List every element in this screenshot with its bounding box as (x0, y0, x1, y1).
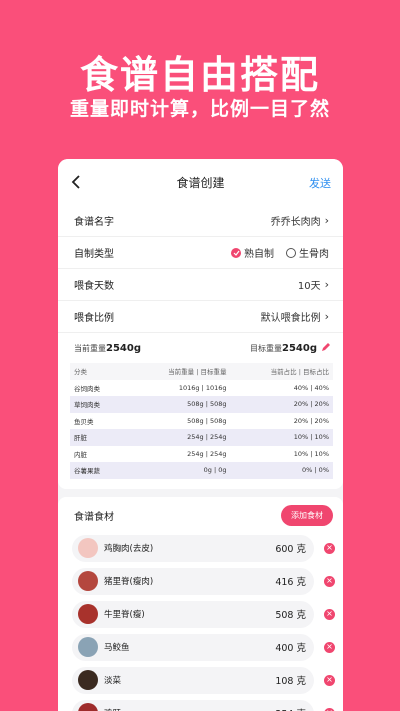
hero-title: 食谱自由搭配 (79, 53, 320, 97)
table-row: 草饲肉类 508g | 508g 20% | 20% (70, 396, 333, 413)
edit-pencil-icon[interactable] (321, 342, 331, 354)
ingredient-amount: 600 克 (275, 544, 306, 555)
ingredient-name: 淡菜 (104, 676, 122, 686)
remove-ingredient-icon[interactable]: × (324, 575, 335, 587)
beef-loin-icon (78, 604, 98, 624)
table-row: 谷饲肉类 1016g | 1016g 40% | 40% (74, 383, 329, 393)
ingredients-title: 食谱食材 (74, 512, 114, 523)
recipe-form-card: 食谱名字 乔乔长肉肉 › 自制类型 熟自制 生骨肉 喂食天数 10天 › 喂食比… (58, 205, 343, 489)
ingredient-amount: 416 克 (275, 577, 306, 588)
ingredient-amount: 508 克 (275, 610, 306, 621)
remove-ingredient-icon[interactable]: × (324, 641, 335, 653)
ingredient-amount: 108 克 (275, 676, 306, 687)
ingredient-name: 马鲛鱼 (104, 643, 130, 653)
type-option-cooked-label: 熟自制 (244, 249, 274, 260)
ingredient-name: 猪里脊(瘦肉) (104, 577, 154, 587)
ingredient-item: 鸡胸肉(去皮) 600 克 × (72, 534, 335, 562)
recipe-name-value: 乔乔长肉肉 (270, 217, 321, 228)
recipe-type-row: 自制类型 熟自制 生骨肉 (58, 237, 343, 269)
chicken-breast-icon (78, 538, 98, 558)
mussel-icon (78, 670, 98, 690)
ingredient-name: 鸡肝 (104, 707, 275, 711)
ingredient-name: 牛里脊(瘦) (104, 610, 145, 620)
ingredient-pill[interactable]: 马鲛鱼 400 克 (72, 633, 314, 661)
ingredient-item: 牛里脊(瘦) 508 克 × (72, 600, 335, 628)
ingredient-amount: 254 克 (275, 706, 306, 711)
recipe-type-label: 自制类型 (74, 249, 114, 260)
back-arrow-icon[interactable] (68, 174, 84, 190)
current-weight-value: 2540g (106, 342, 141, 354)
feeding-days-label: 喂食天数 (74, 281, 114, 292)
feeding-ratio-label: 喂食比例 (74, 313, 114, 324)
send-button[interactable]: 发送 (309, 175, 331, 191)
ingredient-pill[interactable]: 猪里脊(瘦肉) 416 克 (72, 567, 314, 595)
target-weight-value: 2540g (282, 342, 317, 354)
hero-subtitle: 重量即时计算，比例一目了然 (69, 98, 330, 120)
ingredient-name: 鸡胸肉(去皮) (104, 544, 154, 554)
radio-unchecked-icon (286, 247, 296, 258)
table-row: 内脏 254g | 254g 10% | 10% (74, 449, 329, 459)
table-row: 肝脏 254g | 254g 10% | 10% (70, 429, 333, 446)
table-row: 谷薯果蔬 0g | 0g 0% | 0% (70, 462, 333, 479)
feeding-ratio-row[interactable]: 喂食比例 默认喂食比例 › (58, 301, 343, 333)
chevron-right-icon: › (324, 214, 329, 227)
ingredient-pill[interactable]: 鸡肝254 克 (72, 699, 314, 711)
ingredient-pill[interactable]: 牛里脊(瘦) 508 克 (72, 600, 314, 628)
chevron-right-icon: › (324, 310, 329, 323)
recipe-name-label: 食谱名字 (74, 217, 114, 228)
type-option-raw[interactable]: 生骨肉 (286, 245, 329, 260)
ingredients-header: 食谱食材 添加食材 (58, 497, 343, 535)
ingredient-item: 马鲛鱼 400 克 × (72, 633, 335, 661)
weights-row: 当前重量2540g 目标重量2540g (58, 333, 343, 363)
type-option-raw-label: 生骨肉 (299, 249, 329, 260)
ingredient-amount: 400 克 (275, 643, 306, 654)
remove-ingredient-icon[interactable]: × (324, 707, 335, 711)
remove-ingredient-icon[interactable]: × (324, 674, 335, 686)
recipe-name-row[interactable]: 食谱名字 乔乔长肉肉 › (58, 205, 343, 237)
radio-checked-icon (231, 247, 241, 258)
ingredient-item: 淡菜 108 克 × (72, 666, 335, 694)
mackerel-icon (78, 637, 98, 657)
chevron-right-icon: › (324, 278, 329, 291)
type-option-cooked[interactable]: 熟自制 (231, 245, 274, 260)
target-weight: 目标重量2540g (250, 342, 317, 354)
page-title: 食谱创建 (176, 175, 225, 190)
add-ingredient-button[interactable]: 添加食材 (281, 505, 333, 526)
ingredients-card: 食谱食材 添加食材 鸡胸肉(去皮) 600 克 × 猪里脊(瘦肉) 416 克 × 牛里脊(… (58, 496, 343, 711)
ingredient-pill[interactable]: 淡菜 108 克 (72, 666, 314, 694)
ingredient-pill[interactable]: 鸡胸肉(去皮) 600 克 (72, 534, 314, 562)
ingredient-item: 猪里脊(瘦肉) 416 克 × (72, 567, 335, 595)
feeding-days-row[interactable]: 喂食天数 10天 › (58, 269, 343, 301)
remove-ingredient-icon[interactable]: × (324, 608, 335, 620)
navbar: 食谱创建 发送 (58, 159, 343, 205)
remove-ingredient-icon[interactable]: × (324, 542, 335, 554)
table-row: 鱼贝类 508g | 508g 20% | 20% (74, 416, 329, 426)
ratio-table: 分类 当前重量 | 目标重量 当前占比 | 目标占比 谷饲肉类 1016g | 1… (70, 363, 333, 489)
feeding-ratio-value: 默认喂食比例 (260, 313, 321, 324)
ingredient-item: 鸡肝254 克 × (72, 699, 335, 711)
phone-screen: 食谱创建 发送 食谱名字 乔乔长肉肉 › 自制类型 熟自制 生骨肉 喂食天数 1… (58, 159, 343, 711)
pork-loin-icon (78, 571, 98, 591)
table-header: 分类 当前重量 | 目标重量 当前占比 | 目标占比 (70, 363, 333, 380)
feeding-days-value: 10天 (297, 281, 321, 292)
current-weight: 当前重量2540g (74, 342, 141, 354)
ingredient-list: 鸡胸肉(去皮) 600 克 × 猪里脊(瘦肉) 416 克 × 牛里脊(瘦) 508 克 × 马鲛… (58, 534, 343, 711)
chicken-liver-icon (78, 703, 98, 711)
